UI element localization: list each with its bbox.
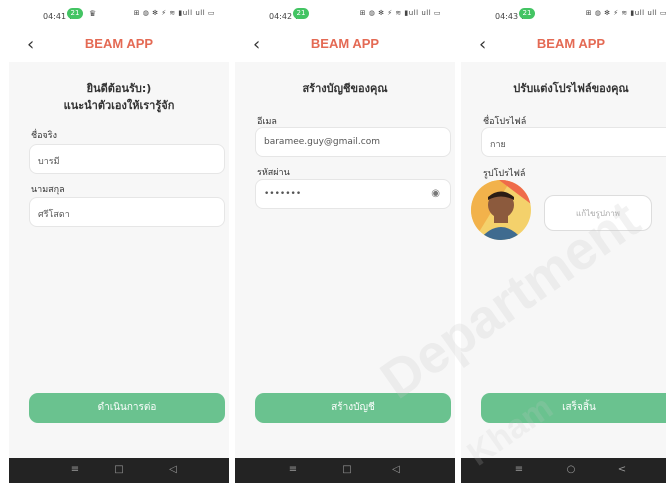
app-header: ‹ BEAM APP [461,30,666,62]
first-name-label: ชื่อจริง [31,131,58,141]
password-label: รหัสผ่าน [257,168,290,178]
app-header: ‹ BEAM APP [9,30,229,62]
last-name-input[interactable]: ศรีโสดา [29,197,225,227]
email-input[interactable]: baramee.guy@gmail.com [255,127,451,157]
create-account-heading: สร้างบัญชีของคุณ [235,80,455,97]
done-button[interactable]: เสร็จสิ้น [481,393,666,423]
status-icons: ⊞ ◍ ✻ ⚡ ≋ ▮ull ull ▭ [133,9,215,17]
profile-name-input[interactable]: กาย [481,127,666,157]
app-title: BEAM APP [84,36,154,51]
screen-create-account: 04:42 น. 21 ⊞ ◍ ✻ ⚡ ≋ ▮ull ull ▭ ‹ BEAM … [235,0,455,483]
welcome-subtitle: แนะนำตัวเองให้เรารู้จัก [63,99,175,112]
create-account-title: สร้างบัญชีของคุณ [302,82,388,95]
app-title: BEAM APP [536,36,606,51]
screen-welcome: 04:41 น. 21 ♛ ⊞ ◍ ✻ ⚡ ≋ ▮ull ull ▭ ‹ BEA… [9,0,229,483]
home-icon[interactable]: □ [341,464,353,475]
first-name-input[interactable]: บารมี [29,144,225,174]
navigation-bar: ≡ ○ < [461,458,666,483]
screen-profile: 04:43 น. 21 ⊞ ◍ ✻ ⚡ ≋ ▮ull ull ▭ ‹ BEAM … [461,0,666,483]
profile-photo-icon [471,180,531,240]
profile-title: ปรับแต่งโปรไฟล์ของคุณ [513,82,629,95]
navigation-bar: ≡ □ ◁ [235,458,455,483]
status-badge: 21 [519,8,535,19]
navigation-bar: ≡ □ ◁ [9,458,229,483]
profile-heading: ปรับแต่งโปรไฟล์ของคุณ [461,80,666,97]
home-icon[interactable]: ○ [565,464,577,475]
eye-icon[interactable]: ◉ [431,188,440,199]
status-bar: 04:43 น. 21 ⊞ ◍ ✻ ⚡ ≋ ▮ull ull ▭ [461,0,666,30]
profile-name-label: ชื่อโปรไฟล์ [483,117,527,127]
status-icons: ⊞ ◍ ✻ ⚡ ≋ ▮ull ull ▭ [359,9,441,17]
app-title: BEAM APP [310,36,380,51]
status-icons: ⊞ ◍ ✻ ⚡ ≋ ▮ull ull ▭ [585,9,666,17]
avatar [471,180,531,240]
menu-icon[interactable]: ≡ [513,464,525,475]
welcome-title: ยินดีต้อนรับ:) [86,82,152,95]
back-icon[interactable]: < [616,464,628,475]
password-value: ••••••• [264,189,302,199]
status-badge: 21 [67,8,83,19]
edit-photo-button[interactable]: แก้ไขรูปภาพ [544,195,652,231]
menu-icon[interactable]: ≡ [287,464,299,475]
email-label: อีเมล [257,117,277,127]
profile-photo-label: รูปโปรไฟล์ [483,169,526,179]
continue-button[interactable]: ดำเนินการต่อ [29,393,225,423]
back-icon[interactable]: ◁ [390,464,402,475]
crown-icon: ♛ [89,9,97,18]
home-icon[interactable]: □ [113,464,125,475]
menu-icon[interactable]: ≡ [69,464,81,475]
status-bar: 04:42 น. 21 ⊞ ◍ ✻ ⚡ ≋ ▮ull ull ▭ [235,0,455,30]
status-bar: 04:41 น. 21 ♛ ⊞ ◍ ✻ ⚡ ≋ ▮ull ull ▭ [9,0,229,30]
status-badge: 21 [293,8,309,19]
create-account-button[interactable]: สร้างบัญชี [255,393,451,423]
welcome-heading: ยินดีต้อนรับ:) แนะนำตัวเองให้เรารู้จัก [9,80,229,114]
password-input[interactable]: ••••••• ◉ [255,179,451,209]
app-header: ‹ BEAM APP [235,30,455,62]
back-icon[interactable]: ◁ [167,464,179,475]
last-name-label: นามสกุล [31,185,65,195]
